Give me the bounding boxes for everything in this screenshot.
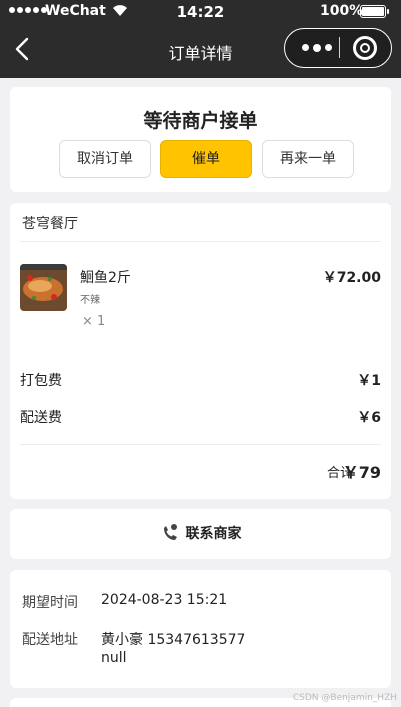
packing-fee-value: ￥1 bbox=[357, 373, 381, 389]
delivery-fee-value: ￥6 bbox=[357, 410, 381, 426]
navigation-header: WeChat 14:22 100% 订单详情 bbox=[0, 0, 401, 78]
recipient-info: 黄小豪 15347613577 bbox=[101, 632, 246, 648]
capsule-divider bbox=[339, 37, 340, 58]
packing-fee-label: 打包费 bbox=[20, 373, 62, 389]
dish-quantity: × 1 bbox=[82, 314, 106, 329]
total-amount: ￥79 bbox=[342, 463, 381, 482]
address-label: 配送地址 bbox=[22, 632, 78, 648]
expected-time-label: 期望时间 bbox=[22, 595, 78, 611]
divider bbox=[20, 241, 381, 242]
order-status-card: 等待商户接单 取消订单 催单 再来一单 bbox=[10, 87, 391, 192]
order-status-title: 等待商户接单 bbox=[143, 110, 258, 132]
address-value: null bbox=[101, 650, 127, 666]
contact-merchant-button[interactable]: 联系商家 bbox=[10, 509, 391, 559]
order-detail-card: 苍穹餐厅 鮰鱼2斤 不辣 × 1 ￥72.00 打包费 ￥1 配送费 ￥6 合计… bbox=[10, 203, 391, 499]
dish-price: ￥72.00 bbox=[322, 270, 381, 286]
phone-icon bbox=[163, 524, 177, 540]
dish-image bbox=[20, 264, 67, 311]
cancel-order-button[interactable]: 取消订单 bbox=[59, 140, 151, 178]
delivery-fee-label: 配送费 bbox=[20, 410, 62, 426]
dish-spec: 不辣 bbox=[80, 295, 100, 306]
status-bar: WeChat 14:22 100% bbox=[0, 0, 401, 24]
contact-merchant-content: 联系商家 bbox=[10, 523, 391, 543]
divider bbox=[20, 444, 381, 445]
miniprogram-capsule bbox=[284, 28, 392, 68]
more-options-icon[interactable] bbox=[297, 29, 337, 66]
dish-name: 鮰鱼2斤 bbox=[80, 270, 131, 286]
battery-percent: 100% bbox=[320, 3, 364, 19]
reorder-button[interactable]: 再来一单 bbox=[262, 140, 354, 178]
watermark: CSDN @Benjamin_HZH bbox=[292, 693, 397, 703]
shop-name: 苍穹餐厅 bbox=[22, 216, 78, 232]
expected-time-value: 2024-08-23 15:21 bbox=[101, 592, 228, 608]
delivery-info-card: 期望时间 2024-08-23 15:21 配送地址 黄小豪 153476135… bbox=[10, 570, 391, 688]
urge-order-button[interactable]: 催单 bbox=[160, 140, 252, 178]
battery-icon bbox=[360, 5, 389, 18]
contact-merchant-label: 联系商家 bbox=[185, 526, 242, 542]
close-miniprogram-icon[interactable] bbox=[353, 36, 377, 60]
